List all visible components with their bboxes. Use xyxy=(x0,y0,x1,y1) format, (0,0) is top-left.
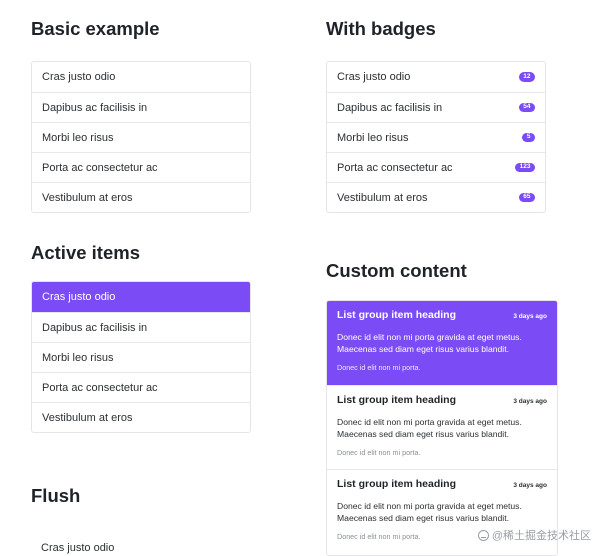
basic-list-group: Cras justo odio Dapibus ac facilisis in … xyxy=(31,61,251,213)
list-item[interactable]: Vestibulum at eros xyxy=(32,182,250,212)
count-badge: 5 xyxy=(522,132,535,143)
custom-list-item-active[interactable]: List group item heading 3 days ago Donec… xyxy=(327,301,557,385)
list-item[interactable]: Cras justo odio xyxy=(32,62,250,92)
watermark: @稀土掘金技术社区 xyxy=(477,527,591,543)
item-small-text: Donec id elit non mi porta. xyxy=(337,363,421,372)
juejin-logo-icon xyxy=(477,529,489,541)
item-heading: List group item heading xyxy=(337,309,457,321)
item-time: 3 days ago xyxy=(513,482,547,489)
section-title-custom: Custom content xyxy=(326,260,467,281)
list-item[interactable]: Vestibulum at eros 65 xyxy=(327,182,545,212)
watermark-text: @稀土掘金技术社区 xyxy=(491,530,591,542)
count-badge: 12 xyxy=(518,72,535,82)
item-body: Donec id elit non mi porta gravida at eg… xyxy=(337,501,522,523)
list-item[interactable]: Porta ac consectetur ac 123 xyxy=(327,152,545,182)
list-item[interactable]: Porta ac consectetur ac xyxy=(32,372,250,402)
list-item[interactable]: Dapibus ac facilisis in xyxy=(32,92,250,122)
list-item-active[interactable]: Cras justo odio xyxy=(32,282,250,312)
section-title-flush: Flush xyxy=(31,485,81,506)
list-item[interactable]: Morbi leo risus xyxy=(32,342,250,372)
item-time: 3 days ago xyxy=(513,313,547,320)
item-heading: List group item heading xyxy=(337,394,457,406)
item-small-text: Donec id elit non mi porta. xyxy=(337,448,421,457)
item-time: 3 days ago xyxy=(513,398,547,405)
list-item[interactable]: Vestibulum at eros xyxy=(32,402,250,432)
custom-list-item[interactable]: List group item heading 3 days ago Donec… xyxy=(327,385,557,469)
list-item[interactable]: Morbi leo risus xyxy=(32,122,250,152)
item-body: Donec id elit non mi porta gravida at eg… xyxy=(337,332,522,354)
count-badge: 54 xyxy=(518,102,535,113)
section-title-badges: With badges xyxy=(326,18,436,39)
custom-list-group: List group item heading 3 days ago Donec… xyxy=(326,300,558,556)
badges-list-group: Cras justo odio 12 Dapibus ac facilisis i… xyxy=(326,61,546,213)
list-item[interactable]: Morbi leo risus 5 xyxy=(327,122,545,152)
list-item[interactable]: Dapibus ac facilisis in xyxy=(32,312,250,342)
list-item[interactable]: Porta ac consectetur ac xyxy=(32,152,250,182)
list-item[interactable]: Dapibus ac facilisis in 54 xyxy=(327,92,545,122)
item-body: Donec id elit non mi porta gravida at eg… xyxy=(337,417,522,439)
flush-list-item[interactable]: Cras justo odio xyxy=(41,542,114,554)
list-item[interactable]: Cras justo odio 12 xyxy=(327,62,545,92)
item-heading: List group item heading xyxy=(337,478,457,490)
count-badge: 123 xyxy=(515,162,535,173)
section-title-active: Active items xyxy=(31,242,140,263)
count-badge: 65 xyxy=(518,192,535,203)
active-list-group: Cras justo odio Dapibus ac facilisis in … xyxy=(31,281,251,433)
section-title-basic: Basic example xyxy=(31,18,160,39)
